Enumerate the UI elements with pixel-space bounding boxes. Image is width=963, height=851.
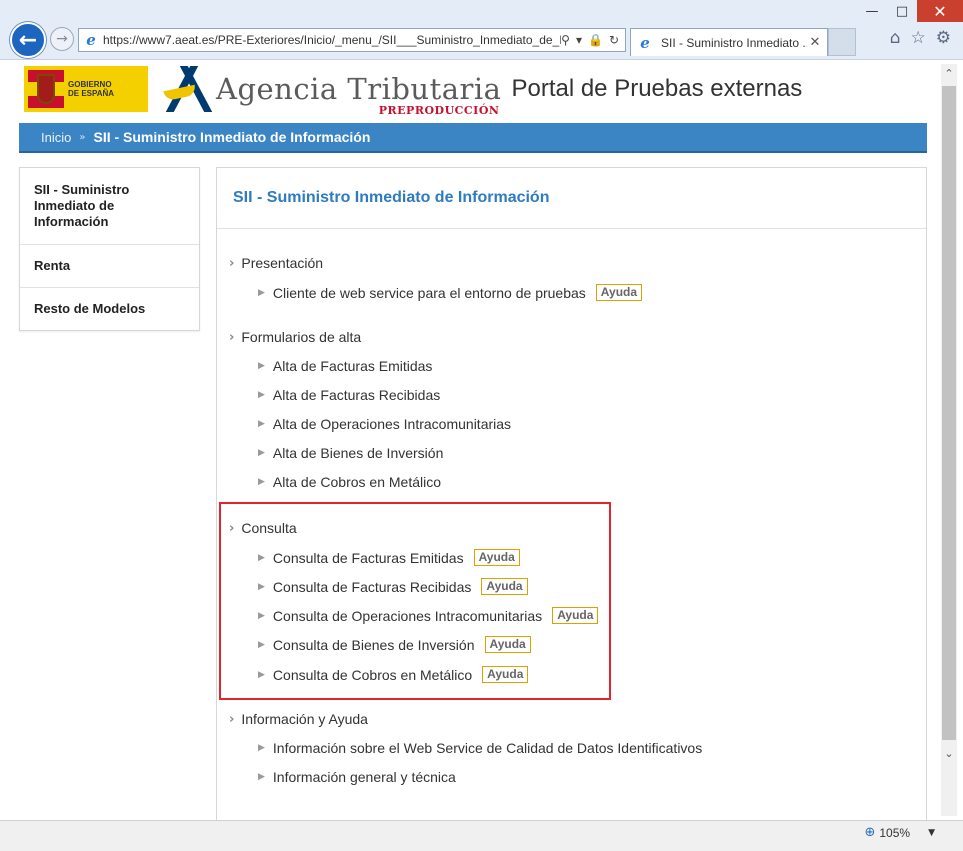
section-formularios-alta[interactable]: › Formularios de alta	[229, 329, 361, 345]
link-alta-facturas-recibidas[interactable]: Alta de Facturas Recibidas	[273, 387, 440, 403]
list-item[interactable]: ▶ Alta de Cobros en Metálico	[258, 474, 441, 490]
zoom-control[interactable]: ⊕ 105% ▼	[864, 825, 935, 840]
browser-tab[interactable]: e SII - Suministro Inmediato ... ✕	[630, 28, 828, 56]
home-icon[interactable]: ⌂	[890, 28, 901, 48]
minimize-button[interactable]: —	[857, 0, 887, 22]
gobierno-line2: DE ESPAÑA	[68, 89, 115, 98]
triangle-right-icon: ▶	[258, 448, 265, 458]
triangle-right-icon: ▶	[258, 361, 265, 371]
link-alta-bienes-inversion[interactable]: Alta de Bienes de Inversión	[273, 445, 443, 461]
section-label[interactable]: Información y Ayuda	[241, 711, 368, 727]
list-item[interactable]: ▶ Información sobre el Web Service de Ca…	[258, 740, 702, 756]
coat-of-arms-icon	[28, 70, 64, 108]
back-button[interactable]: ←	[10, 22, 46, 58]
triangle-right-icon: ▶	[258, 772, 265, 782]
scroll-up-icon[interactable]: ⌃	[941, 64, 957, 82]
maximize-button[interactable]: □	[887, 0, 917, 22]
divider	[217, 228, 926, 229]
link-cliente-web-service[interactable]: Cliente de web service para el entorno d…	[273, 285, 586, 301]
chevron-right-icon: ›	[229, 711, 235, 727]
gobierno-line1: GOBIERNO	[68, 80, 112, 89]
scrollbar-thumb[interactable]	[942, 86, 956, 740]
tab-title: SII - Suministro Inmediato ...	[661, 35, 807, 50]
triangle-right-icon: ▶	[258, 477, 265, 487]
refresh-icon[interactable]: ↻	[609, 33, 619, 47]
dropdown-icon[interactable]: ▾	[576, 33, 582, 47]
link-alta-facturas-emitidas[interactable]: Alta de Facturas Emitidas	[273, 358, 433, 374]
list-item[interactable]: ▶ Alta de Bienes de Inversión	[258, 445, 443, 461]
preproduccion-label: PREPRODUCCIÓN	[378, 104, 500, 117]
section-presentacion[interactable]: › Presentación	[229, 255, 323, 271]
vertical-scrollbar[interactable]: ⌃ ⌄	[941, 64, 957, 816]
chevron-right-icon: ›	[229, 255, 235, 271]
zoom-level[interactable]: 105%	[879, 826, 910, 840]
agency-name: Agencia Tributaria	[216, 72, 502, 106]
breadcrumb-home-link[interactable]: Inicio	[41, 130, 71, 145]
sidebar-item-renta[interactable]: Renta	[20, 245, 199, 288]
triangle-right-icon: ▶	[258, 743, 265, 753]
section-label[interactable]: Presentación	[241, 255, 323, 271]
new-tab-button[interactable]	[828, 28, 856, 56]
close-window-button[interactable]: ✕	[917, 0, 963, 22]
status-bar: ⊕ 105% ▼	[0, 820, 963, 851]
triangle-right-icon: ▶	[258, 390, 265, 400]
portal-title: Portal de Pruebas externas	[511, 75, 803, 102]
site-header: GOBIERNO DE ESPAÑA Agencia Tributaria PR…	[24, 66, 803, 117]
window-controls: — □ ✕	[857, 0, 963, 24]
triangle-right-icon: ▶	[258, 419, 265, 429]
sidebar-item-sii[interactable]: SII - Suministro Inmediato de Informació…	[20, 168, 199, 245]
ie-icon: e	[86, 31, 96, 49]
link-info-web-service-calidad[interactable]: Información sobre el Web Service de Cali…	[273, 740, 702, 756]
section-label[interactable]: Formularios de alta	[241, 329, 361, 345]
sidebar: SII - Suministro Inmediato de Informació…	[19, 167, 200, 331]
breadcrumb-separator-icon: »	[79, 131, 86, 143]
scroll-down-icon[interactable]: ⌄	[941, 744, 957, 762]
triangle-right-icon: ▶	[258, 287, 265, 298]
forward-button[interactable]: →	[50, 27, 74, 51]
list-item[interactable]: ▶ Alta de Facturas Recibidas	[258, 387, 440, 403]
chevron-right-icon: ›	[229, 329, 235, 345]
ie-tab-icon: e	[640, 33, 650, 52]
address-bar[interactable]: e https://www7.aeat.es/PRE-Exteriores/In…	[78, 28, 626, 52]
link-alta-cobros-metalico[interactable]: Alta de Cobros en Metálico	[273, 474, 441, 490]
close-tab-icon[interactable]: ✕	[807, 35, 823, 50]
address-url[interactable]: https://www7.aeat.es/PRE-Exteriores/Inic…	[103, 33, 561, 47]
zoom-icon: ⊕	[864, 825, 876, 840]
gobierno-logo[interactable]: GOBIERNO DE ESPAÑA	[24, 66, 148, 112]
breadcrumb-current: SII - Suministro Inmediato de Informació…	[93, 129, 371, 145]
help-button[interactable]: Ayuda	[595, 284, 643, 301]
link-alta-operaciones-intracomunitarias[interactable]: Alta de Operaciones Intracomunitarias	[273, 416, 511, 432]
chevron-down-icon[interactable]: ▼	[928, 828, 935, 838]
section-informacion-ayuda[interactable]: › Información y Ayuda	[229, 711, 368, 727]
browser-chrome: — □ ✕ ← → e https://www7.aeat.es/PRE-Ext…	[0, 0, 963, 60]
breadcrumb: Inicio » SII - Suministro Inmediato de I…	[19, 123, 927, 153]
consulta-highlight-box	[219, 502, 611, 700]
list-item[interactable]: ▶ Alta de Operaciones Intracomunitarias	[258, 416, 511, 432]
list-item[interactable]: ▶ Información general y técnica	[258, 769, 456, 785]
list-item[interactable]: ▶ Cliente de web service para el entorno…	[258, 284, 643, 301]
favorites-star-icon[interactable]: ☆	[911, 28, 926, 48]
list-item[interactable]: ▶ Alta de Facturas Emitidas	[258, 358, 432, 374]
arrow-right-icon: →	[56, 31, 68, 47]
gear-icon[interactable]: ⚙	[936, 28, 951, 48]
search-icon[interactable]: ⚲	[561, 33, 570, 47]
arrow-left-icon: ←	[18, 27, 38, 53]
lock-icon[interactable]: 🔒	[588, 33, 603, 47]
sidebar-item-resto-modelos[interactable]: Resto de Modelos	[20, 288, 199, 330]
page-title: SII - Suministro Inmediato de Informació…	[233, 189, 550, 206]
link-info-general-tecnica[interactable]: Información general y técnica	[273, 769, 456, 785]
agencia-tributaria-logo-icon[interactable]	[160, 66, 213, 112]
